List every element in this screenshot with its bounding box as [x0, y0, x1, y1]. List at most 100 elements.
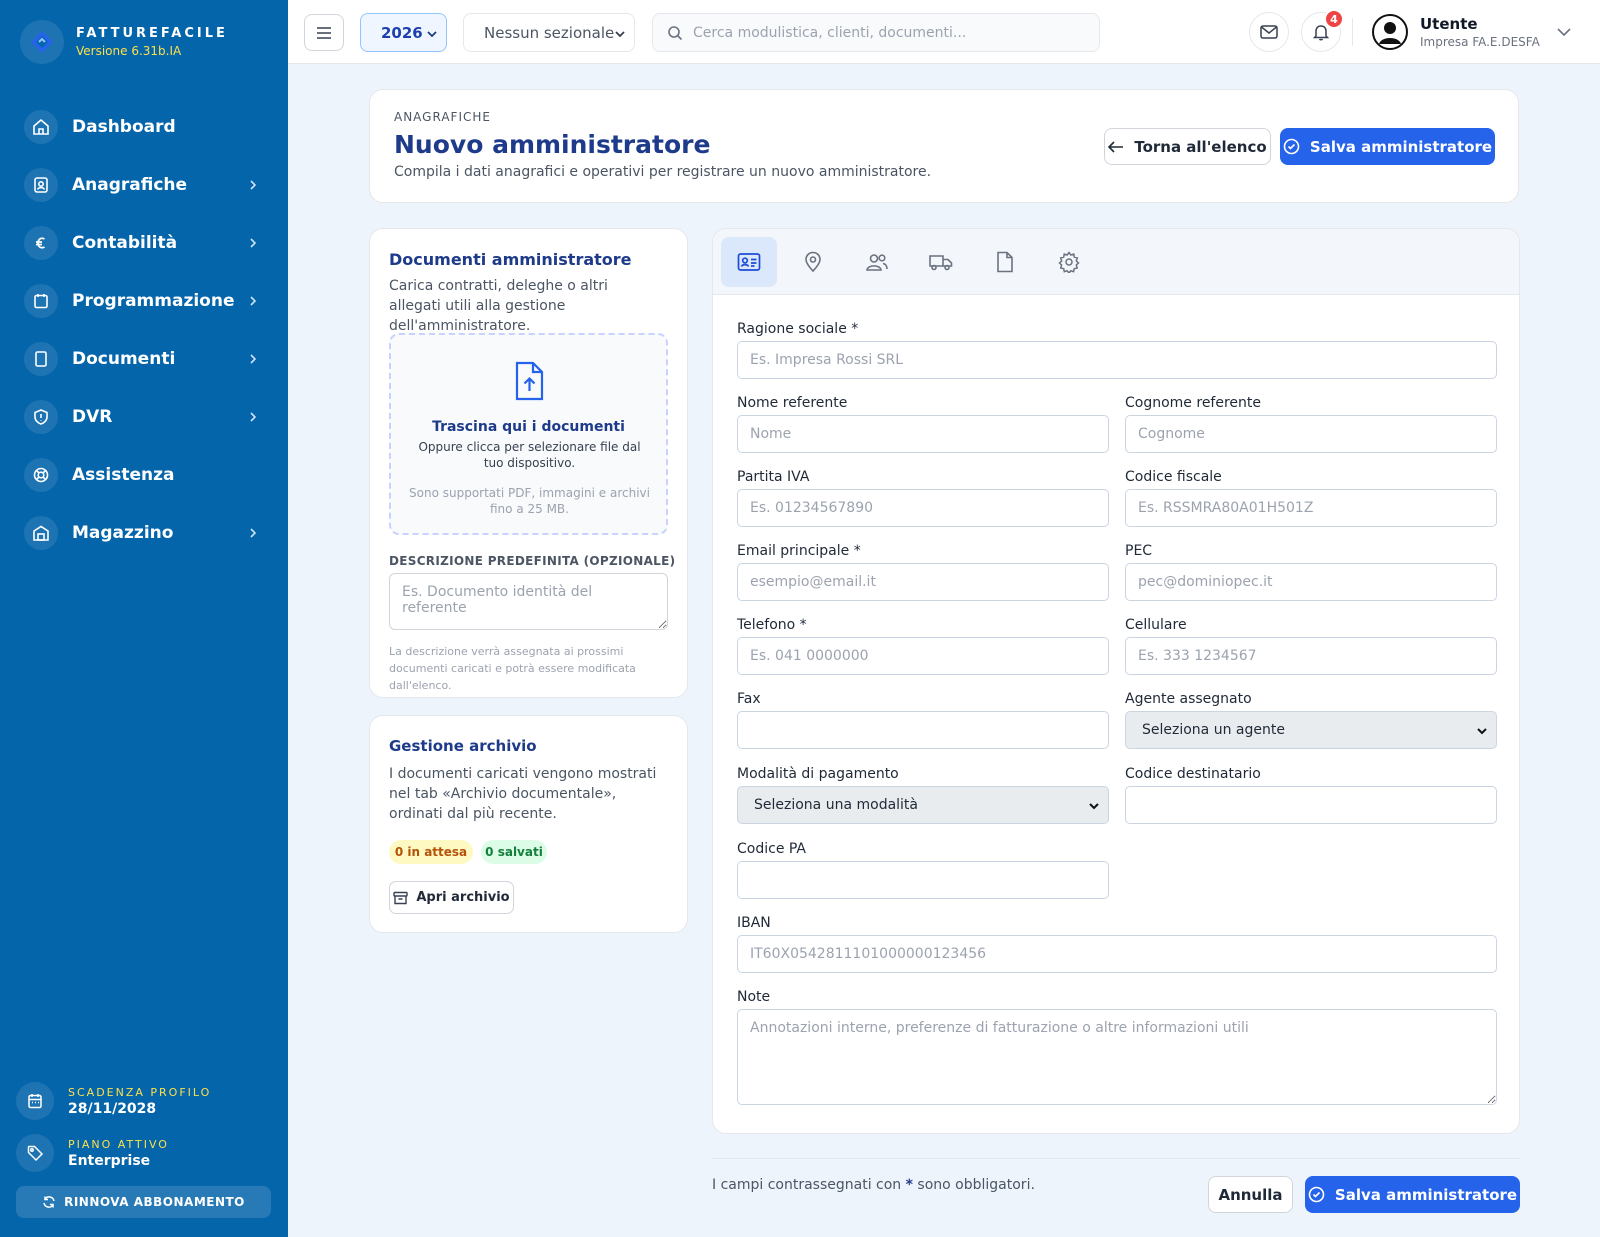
sidebar-item-dvr[interactable]: DVR — [0, 388, 288, 446]
ragione-sociale-input[interactable] — [737, 341, 1497, 379]
year-select[interactable]: 2026 — [360, 13, 447, 52]
user-name: Utente — [1420, 15, 1478, 33]
fax-input[interactable] — [737, 711, 1109, 749]
global-search — [652, 13, 1100, 52]
tab-impostazioni[interactable] — [1041, 237, 1097, 287]
archive-card: Gestione archivio I documenti caricati v… — [369, 715, 688, 933]
pec-input[interactable] — [1125, 563, 1497, 601]
brand[interactable]: FATTUREFACILE Versione 6.31b.IA — [20, 20, 228, 64]
pagamento-select[interactable]: Seleziona una modalità — [737, 786, 1109, 824]
ragione-sociale-label: Ragione sociale * — [737, 321, 859, 337]
dropzone-subtitle: Oppure clicca per selezionare file dal t… — [418, 440, 641, 470]
agente-value: Seleziona un agente — [1142, 722, 1285, 738]
dropzone-note: Sono supportati PDF, immagini e archivi … — [409, 486, 650, 516]
sezionale-value: Nessun sezionale — [484, 23, 615, 42]
tab-contatti[interactable] — [849, 237, 905, 287]
sidebar-item-anagrafiche[interactable]: Anagrafiche — [0, 156, 288, 214]
app-version: Versione 6.31b.IA — [76, 44, 182, 58]
sidebar-item-programmazione[interactable]: Programmazione — [0, 272, 288, 330]
user-menu[interactable]: Utente Impresa FA.E.DESFA — [1372, 14, 1540, 50]
truck-icon — [929, 255, 953, 271]
documents-description: Carica contratti, deleghe o altri allega… — [389, 278, 608, 334]
sidebar-item-dashboard[interactable]: Dashboard — [0, 98, 288, 156]
pec-label: PEC — [1125, 543, 1153, 559]
agente-select[interactable]: Seleziona un agente — [1125, 711, 1497, 749]
chevron-right-icon — [250, 180, 257, 190]
partita-iva-label: Partita IVA — [737, 469, 810, 485]
renew-subscription-button[interactable]: RINNOVA ABBONAMENTO — [16, 1186, 271, 1218]
save-admin-button[interactable]: Salva amministratore — [1280, 128, 1495, 165]
back-to-list-button[interactable]: Torna all'elenco — [1104, 128, 1271, 165]
tab-indirizzi[interactable] — [785, 237, 841, 287]
sezionale-select[interactable]: Nessun sezionale — [463, 13, 635, 52]
open-archive-label: Apri archivio — [416, 890, 510, 905]
tab-documenti[interactable] — [977, 237, 1033, 287]
default-description-label: DESCRIZIONE PREDEFINITA (OPZIONALE) — [389, 554, 676, 568]
cellulare-input[interactable] — [1125, 637, 1497, 675]
contacts-icon — [24, 168, 58, 202]
calendar-icon — [16, 1082, 54, 1120]
codice-fiscale-input[interactable] — [1125, 489, 1497, 527]
iban-input[interactable] — [737, 935, 1497, 973]
document-icon — [24, 342, 58, 376]
lifebuoy-icon — [24, 458, 58, 492]
notifications-button[interactable]: 4 — [1301, 9, 1344, 52]
archive-title: Gestione archivio — [389, 737, 537, 755]
chevron-down-icon — [427, 31, 437, 38]
chevron-right-icon — [250, 354, 257, 364]
page-header-card: ANAGRAFICHE Nuovo amministratore Compila… — [369, 89, 1519, 203]
file-dropzone[interactable]: Trascina qui i documenti Oppure clicca p… — [389, 333, 668, 535]
note-textarea[interactable] — [737, 1009, 1497, 1105]
active-plan: PIANO ATTIVO Enterprise — [16, 1134, 169, 1172]
sidebar-item-label: Documenti — [72, 349, 176, 369]
chevron-right-icon — [250, 296, 257, 306]
sidebar-item-magazzino[interactable]: Magazzino — [0, 504, 288, 562]
chevron-down-icon[interactable] — [1556, 26, 1572, 38]
search-input[interactable] — [693, 24, 1073, 41]
cellulare-label: Cellulare — [1125, 617, 1187, 633]
cognome-referente-label: Cognome referente — [1125, 395, 1262, 411]
tag-icon — [16, 1134, 54, 1172]
telefono-input[interactable] — [737, 637, 1109, 675]
default-description-input[interactable] — [389, 573, 668, 630]
warehouse-icon — [24, 516, 58, 550]
sidebar-item-documenti[interactable]: Documenti — [0, 330, 288, 388]
gear-icon — [1058, 251, 1080, 273]
messages-button[interactable] — [1249, 12, 1289, 52]
archive-box-icon — [393, 891, 409, 904]
codice-fiscale-label: Codice fiscale — [1125, 469, 1222, 485]
sidebar-item-label: Magazzino — [72, 523, 174, 543]
page-title: Nuovo amministratore — [394, 130, 711, 159]
nome-referente-input[interactable] — [737, 415, 1109, 453]
file-icon — [997, 251, 1013, 273]
save-admin-footer-button[interactable]: Salva amministratore — [1305, 1176, 1520, 1213]
home-icon — [24, 110, 58, 144]
codice-pa-input[interactable] — [737, 861, 1109, 899]
saved-count-badge: 0 salvati — [481, 840, 547, 864]
partita-iva-input[interactable] — [737, 489, 1109, 527]
brand-name: FATTUREFACILE — [76, 26, 228, 41]
chevron-down-icon — [615, 31, 625, 38]
nome-referente-label: Nome referente — [737, 395, 848, 411]
fax-label: Fax — [737, 691, 761, 707]
email-input[interactable] — [737, 563, 1109, 601]
codice-destinatario-input[interactable] — [1125, 786, 1497, 824]
cancel-button[interactable]: Annulla — [1208, 1176, 1293, 1213]
tab-anagrafica[interactable] — [721, 237, 777, 287]
topbar: 2026 Nessun sezionale 4 Utente Impresa F… — [288, 0, 1600, 64]
hamburger-icon — [317, 26, 331, 39]
cognome-referente-input[interactable] — [1125, 415, 1497, 453]
open-archive-button[interactable]: Apri archivio — [389, 881, 514, 914]
archive-description: I documenti caricati vengono mostrati ne… — [389, 766, 657, 822]
check-circle-icon — [1308, 1186, 1325, 1203]
sidebar-item-contabilita[interactable]: Contabilità — [0, 214, 288, 272]
check-circle-icon — [1283, 138, 1300, 155]
tab-spedizioni[interactable] — [913, 237, 969, 287]
save-label: Salva amministratore — [1334, 1185, 1518, 1204]
sidebar-item-assistenza[interactable]: Assistenza — [0, 446, 288, 504]
expiry-date: 28/11/2028 — [68, 1100, 157, 1117]
agente-label: Agente assegnato — [1125, 691, 1252, 707]
telefono-label: Telefono * — [737, 617, 807, 633]
menu-toggle-button[interactable] — [304, 14, 344, 51]
email-label: Email principale * — [737, 543, 861, 559]
